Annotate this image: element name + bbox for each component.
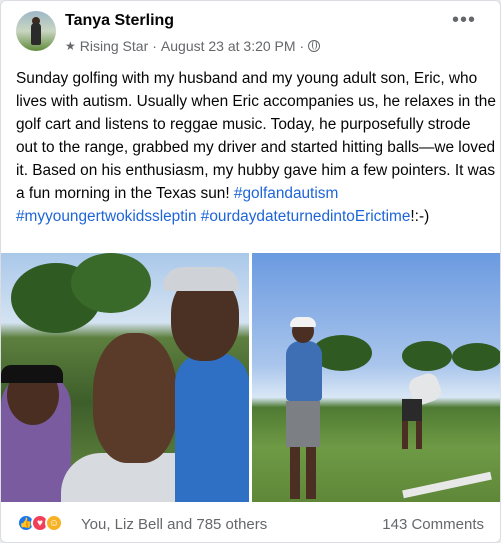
post-timestamp[interactable]: August 23 at 3:20 PM — [161, 38, 296, 54]
globe-icon — [308, 40, 321, 52]
author-name[interactable]: Tanya Sterling — [65, 12, 174, 30]
separator-dot: · — [299, 38, 305, 54]
photo-son-leg — [402, 421, 408, 449]
reactions-count[interactable]: You, Liz Bell and 785 others — [81, 516, 267, 533]
post-meta: ★ Rising Star · August 23 at 3:20 PM · — [65, 38, 321, 54]
photo-man-cap — [290, 317, 316, 327]
photo-man-leg — [306, 447, 316, 499]
post-body-text: Sunday golfing with my husband and my yo… — [16, 70, 496, 202]
photo-man-shirt — [286, 341, 322, 401]
photo-cap — [163, 267, 239, 291]
photo-tree — [452, 343, 500, 371]
photo-man-shorts — [286, 401, 320, 447]
post-header: Tanya Sterling ★ Rising Star · August 23… — [1, 1, 500, 63]
photo-visor — [1, 365, 63, 383]
post-footer: 👍 ♥ ☺ You, Liz Bell and 785 others 143 C… — [1, 507, 500, 542]
post-body: Sunday golfing with my husband and my yo… — [16, 67, 496, 228]
driving-range-photo[interactable] — [252, 253, 500, 502]
avatar-figure-body — [31, 23, 41, 45]
photo-tree — [71, 253, 151, 313]
author-avatar[interactable] — [16, 11, 56, 51]
post-card: Tanya Sterling ★ Rising Star · August 23… — [0, 0, 501, 543]
star-icon: ★ — [65, 39, 76, 53]
photo-shirt-right — [175, 353, 249, 502]
hashtag-link[interactable]: #ourdaydateturnedintoErictime — [201, 208, 411, 225]
reaction-icons[interactable]: 👍 ♥ ☺ — [17, 514, 63, 532]
hashtag-link[interactable]: #myyoungertwokidssleptin — [16, 208, 197, 225]
hashtag-link[interactable]: #golfandautism — [234, 185, 338, 202]
separator-dot: · — [152, 38, 157, 54]
photo-range-board — [402, 471, 492, 499]
selfie-photo[interactable] — [1, 253, 249, 502]
photo-tree — [402, 341, 452, 371]
photo-son-leg — [416, 421, 422, 449]
more-icon[interactable]: ••• — [452, 10, 476, 30]
post-body-trailing: !:-) — [410, 208, 430, 225]
photo-man-leg — [290, 447, 300, 499]
photo-face-center — [93, 333, 177, 463]
photo-son-shorts — [402, 399, 422, 421]
comments-count[interactable]: 143 Comments — [382, 516, 484, 533]
care-icon: ☺ — [45, 514, 63, 532]
badge-label: Rising Star — [79, 38, 149, 54]
post-photos — [1, 253, 500, 502]
